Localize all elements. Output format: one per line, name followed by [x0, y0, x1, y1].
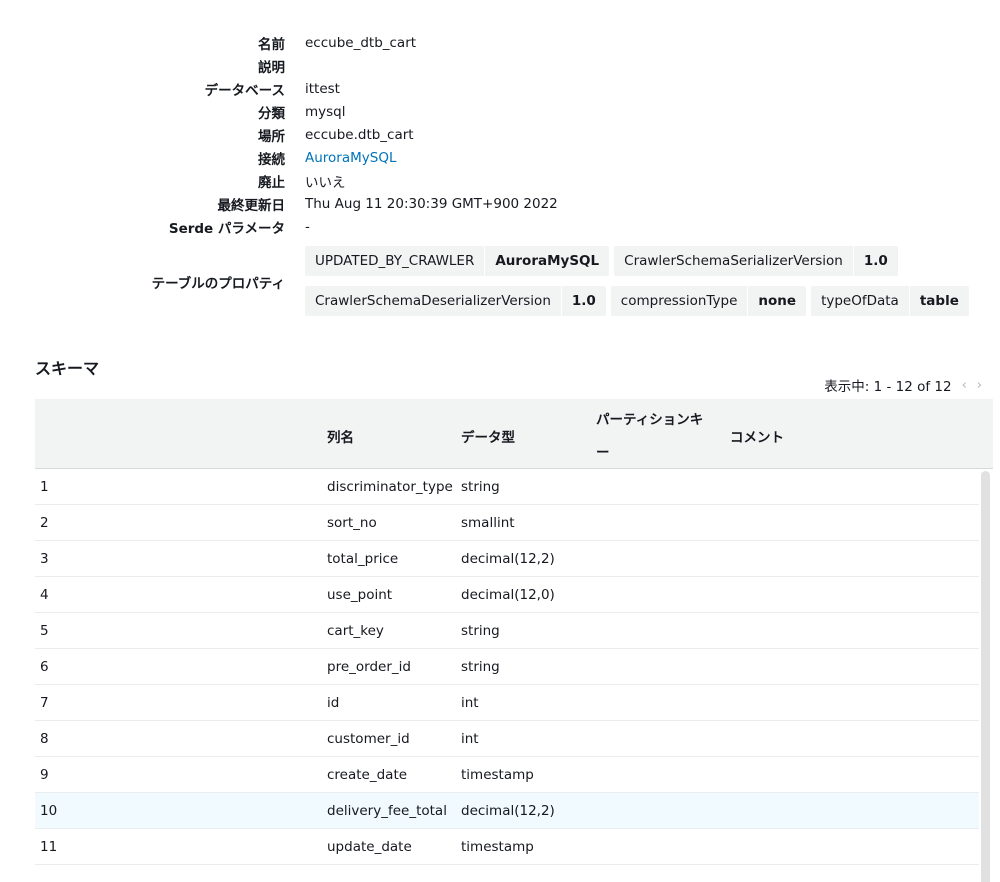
property-label: データベース	[204, 82, 285, 99]
table-property-value: 1.0	[560, 286, 606, 316]
cell-column-name: cart_key	[327, 623, 384, 639]
table-row[interactable]: 6 pre_order_id string	[35, 649, 979, 685]
cell-number: 10	[40, 803, 58, 819]
cell-column-name: sort_no	[327, 515, 377, 531]
table-row[interactable]: 4 use_point decimal(12,0)	[35, 577, 979, 613]
cell-number: 8	[40, 731, 49, 747]
cell-number: 5	[40, 623, 49, 639]
cell-data-type: decimal(12,0)	[461, 587, 555, 603]
vertical-scrollbar[interactable]	[981, 471, 990, 882]
table-property-tag: compressionType none	[610, 286, 807, 316]
table-row[interactable]: 5 cart_key string	[35, 613, 979, 649]
table-properties-line-1: UPDATED_BY_CRAWLER AuroraMySQL CrawlerSc…	[305, 246, 898, 276]
connection-link[interactable]: AuroraMySQL	[305, 150, 396, 166]
cell-data-type: smallint	[461, 515, 515, 531]
property-label: 分類	[258, 105, 285, 122]
property-label: 場所	[258, 128, 285, 145]
cell-column-name: use_point	[327, 587, 393, 603]
chevron-right-icon[interactable]: ›	[977, 378, 982, 393]
table-row[interactable]: 8 customer_id int	[35, 721, 979, 757]
table-property-key: CrawlerSchemaDeserializerVersion	[315, 293, 551, 309]
table-row[interactable]: 10 delivery_fee_total decimal(12,2)	[35, 793, 979, 829]
pagination: 表示中: 1 - 12 of 12 ‹ ›	[824, 375, 982, 396]
cell-column-name: customer_id	[327, 731, 410, 747]
table-header: 列名 データ型 パーティションキ ー コメント	[35, 399, 993, 469]
table-properties-label: テーブルのプロパティ	[151, 276, 285, 292]
table-property-key: UPDATED_BY_CRAWLER	[315, 253, 475, 269]
table-property-value: table	[908, 286, 969, 316]
cell-data-type: int	[461, 695, 479, 711]
cell-data-type: string	[461, 479, 500, 495]
table-property-tag: UPDATED_BY_CRAWLER AuroraMySQL	[305, 246, 610, 276]
table-property-key: CrawlerSchemaSerializerVersion	[624, 253, 843, 269]
schema-table: 列名 データ型 パーティションキ ー コメント 1 discriminator_t…	[35, 399, 993, 882]
cell-data-type: string	[461, 623, 500, 639]
header-data-type[interactable]: データ型	[461, 426, 515, 446]
header-partition-key-line2[interactable]: ー	[596, 441, 610, 461]
property-label: Serde パラメータ	[168, 220, 285, 237]
cell-number: 11	[40, 839, 58, 855]
cell-column-name: create_date	[327, 767, 408, 783]
cell-number: 7	[40, 695, 49, 711]
cell-number: 9	[40, 767, 49, 783]
cell-data-type: timestamp	[461, 767, 534, 783]
property-value: eccube_dtb_cart	[305, 34, 417, 51]
property-value: mysql	[305, 103, 346, 120]
property-label: 廃止	[258, 174, 285, 191]
cell-column-name: id	[327, 695, 340, 711]
table-properties-line-2: CrawlerSchemaDeserializerVersion 1.0 com…	[305, 286, 969, 316]
property-value: いいえ	[305, 174, 346, 191]
header-partition-key-line1[interactable]: パーティションキ	[596, 408, 703, 428]
cell-column-name: total_price	[327, 551, 399, 567]
cell-column-name: delivery_fee_total	[327, 803, 447, 819]
header-column-name[interactable]: 列名	[327, 426, 354, 446]
cell-number: 3	[40, 551, 49, 567]
table-row[interactable]: 3 total_price decimal(12,2)	[35, 541, 979, 577]
property-value: Thu Aug 11 20:30:39 GMT+900 2022	[305, 195, 558, 212]
table-property-value: none	[747, 286, 806, 316]
schema-title: スキーマ	[35, 359, 100, 378]
pagination-label: 表示中: 1 - 12 of 12	[824, 379, 952, 395]
cell-number: 6	[40, 659, 49, 675]
table-property-value: 1.0	[852, 246, 898, 276]
cell-number: 4	[40, 587, 49, 603]
cell-data-type: string	[461, 659, 500, 675]
cell-column-name: discriminator_type	[327, 479, 453, 495]
property-value: eccube.dtb_cart	[305, 126, 414, 143]
table-property-key: typeOfData	[821, 293, 899, 309]
property-label: 説明	[258, 59, 285, 76]
cell-number: 2	[40, 515, 49, 531]
table-property-key: compressionType	[620, 293, 738, 309]
property-label: 最終更新日	[217, 197, 286, 214]
cell-data-type: decimal(12,2)	[461, 551, 555, 567]
cell-data-type: int	[461, 731, 479, 747]
cell-column-name: pre_order_id	[327, 659, 411, 675]
property-label: 接続	[258, 151, 285, 168]
cell-number: 1	[40, 479, 49, 495]
property-label: 名前	[258, 36, 285, 53]
table-property-value: AuroraMySQL	[484, 246, 609, 276]
table-property-tag: typeOfData table	[811, 286, 969, 316]
table-row[interactable]: 9 create_date timestamp	[35, 757, 979, 793]
table-property-tag: CrawlerSchemaSerializerVersion 1.0	[614, 246, 898, 276]
header-comment[interactable]: コメント	[730, 426, 784, 446]
table-row[interactable]: 2 sort_no smallint	[35, 505, 979, 541]
property-value: ittest	[305, 80, 340, 97]
table-row[interactable]: 11 update_date timestamp	[35, 829, 979, 865]
cell-data-type: timestamp	[461, 839, 534, 855]
table-property-tag: CrawlerSchemaDeserializerVersion 1.0	[305, 286, 606, 316]
cell-column-name: update_date	[327, 839, 412, 855]
table-row[interactable]: 7 id int	[35, 685, 979, 721]
table-row[interactable]: 1 discriminator_type string	[35, 469, 979, 505]
chevron-left-icon[interactable]: ‹	[962, 378, 967, 393]
property-value: -	[305, 218, 310, 235]
cell-data-type: decimal(12,2)	[461, 803, 555, 819]
